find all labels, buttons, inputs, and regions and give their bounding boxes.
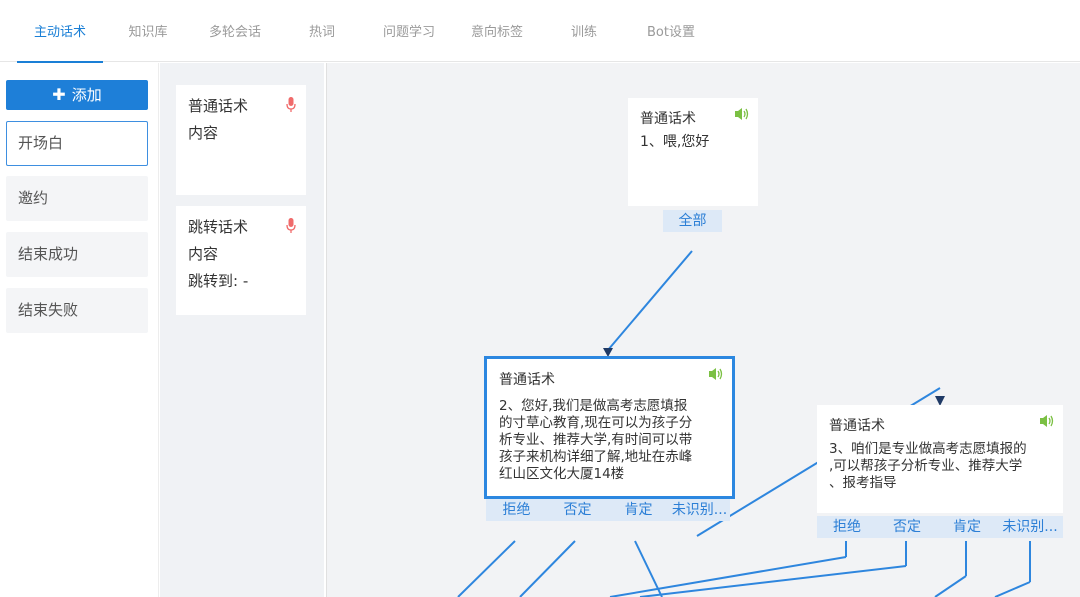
- node-text-line: 的寸草心教育,现在可以为孩子分: [499, 415, 693, 431]
- speaker-icon[interactable]: [708, 367, 724, 385]
- branch-unrecognized[interactable]: 未识别...: [997, 516, 1063, 538]
- branch-positive[interactable]: 肯定: [937, 516, 997, 538]
- node-title: 普通话术: [499, 372, 555, 388]
- connector-line: [607, 250, 693, 351]
- node-text: 2、您好,我们是做高考志愿填报 的寸草心教育,现在可以为孩子分 析专业、推荐大学…: [499, 398, 692, 483]
- node-text: 3、咱们是专业做高考志愿填报的 ,可以帮孩子分析专业、推荐大学 、报考指导: [829, 441, 1027, 492]
- node-text: 1、喂,您好: [640, 134, 710, 150]
- node-text-line: 红山区文化大厦14楼: [499, 466, 625, 482]
- branch-negative[interactable]: 否定: [877, 516, 937, 538]
- node-text-line: 孩子来机构详细了解,地址在赤峰: [499, 449, 693, 465]
- node-text-line: 析专业、推荐大学,有时间可以带: [499, 432, 693, 448]
- node-3-branches: 拒绝 否定 肯定 未识别...: [817, 516, 1063, 538]
- branch-reject[interactable]: 拒绝: [486, 499, 547, 521]
- connector-line: [994, 581, 1031, 597]
- node-title: 普通话术: [640, 111, 696, 127]
- connector-line: [934, 575, 967, 597]
- branch-reject[interactable]: 拒绝: [817, 516, 877, 538]
- branch-positive[interactable]: 肯定: [608, 499, 669, 521]
- connector-line: [519, 540, 576, 597]
- flow-node-2[interactable]: 普通话术 2、您好,我们是做高考志愿填报 的寸草心教育,现在可以为孩子分 析专业…: [484, 356, 735, 499]
- flow-node-1[interactable]: 普通话术 1、喂,您好: [628, 98, 758, 206]
- node-1-branches: 全部: [663, 210, 722, 232]
- speaker-icon[interactable]: [734, 107, 750, 125]
- node-title: 普通话术: [829, 418, 885, 434]
- flow-node-3[interactable]: 普通话术 3、咱们是专业做高考志愿填报的 ,可以帮孩子分析专业、推荐大学 、报考…: [817, 405, 1063, 513]
- branch-all[interactable]: 全部: [663, 210, 722, 232]
- connector-line: [457, 540, 516, 597]
- node-text-line: 3、咱们是专业做高考志愿填报的: [829, 441, 1027, 457]
- node-text-line: 、报考指导: [829, 475, 897, 491]
- node-text-line: ,可以帮孩子分析专业、推荐大学: [829, 458, 1023, 474]
- branch-negative[interactable]: 否定: [547, 499, 608, 521]
- connector-line: [639, 565, 907, 597]
- speaker-icon[interactable]: [1039, 414, 1055, 432]
- node-2-branches: 拒绝 否定 肯定 未识别...: [486, 499, 730, 521]
- node-text-line: 2、您好,我们是做高考志愿填报: [499, 398, 688, 414]
- branch-unrecognized[interactable]: 未识别...: [669, 499, 730, 521]
